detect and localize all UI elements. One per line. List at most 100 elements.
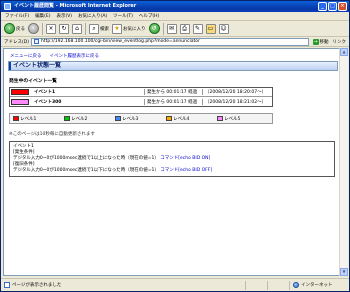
- detail-trigger-text: デジタル入力0~0が1000msec連続で1以上になった時（現在の値=1）: [13, 156, 159, 161]
- security-zone: インターネット: [289, 280, 349, 290]
- menu-file[interactable]: ファイル(F): [5, 12, 29, 20]
- legend-label: レベル3: [122, 116, 139, 122]
- messenger-button[interactable]: ☺: [218, 23, 229, 35]
- globe-icon: [293, 282, 299, 288]
- status-page-icon: [4, 282, 10, 288]
- browser-window: イベント履歴閲覧 - Microsoft Internet Explorer _…: [0, 0, 350, 292]
- go-label: 移動: [319, 39, 329, 45]
- history-button[interactable]: ↺: [148, 23, 160, 35]
- mail-icon: ✉: [166, 23, 177, 34]
- nav-links: メニューに戻る イベント履歴表示に戻る: [10, 53, 99, 59]
- favorites-button[interactable]: ★ お気に入り: [112, 23, 146, 35]
- event-row[interactable]: イベント1 発生から 00:01:17 経過 （2008/12/20 18:20…: [10, 88, 272, 97]
- status-cell: [245, 280, 265, 290]
- event-elapsed: 発生から 00:01:17 経過: [144, 89, 202, 95]
- status-bar: ページが表示されました インターネット: [1, 278, 349, 291]
- minimize-button[interactable]: _: [318, 2, 327, 11]
- menu-bar: ファイル(F) 編集(E) 表示(V) お気に入り(A) ツール(T) ヘルプ(…: [1, 12, 349, 21]
- scroll-up-icon[interactable]: ▲: [340, 48, 348, 56]
- menu-favorites[interactable]: お気に入り(A): [78, 12, 107, 20]
- legend-item-level3: レベル3: [115, 116, 162, 122]
- menu-view[interactable]: 表示(V): [56, 12, 72, 20]
- level-legend: レベル1 レベル2 レベル3 レベル4 レベル5: [9, 113, 273, 124]
- maximize-button[interactable]: □: [328, 2, 337, 11]
- legend-item-level5: レベル5: [217, 116, 264, 122]
- search-icon: ⌕: [89, 23, 99, 34]
- event-name: イベント1: [34, 90, 56, 95]
- legend-label: レベル1: [20, 116, 37, 122]
- legend-swatch: [217, 116, 223, 121]
- title-accent: [9, 62, 11, 70]
- window-title: イベント履歴閲覧 - Microsoft Internet Explorer: [14, 3, 137, 9]
- page-title: イベント状態一覧: [8, 61, 338, 71]
- title-bar[interactable]: イベント履歴閲覧 - Microsoft Internet Explorer _…: [1, 1, 349, 12]
- refresh-button[interactable]: ↻: [59, 23, 69, 35]
- print-icon: ⎙: [179, 23, 190, 34]
- page-icon: [33, 39, 39, 44]
- legend-swatch: [166, 116, 172, 121]
- scroll-down-icon[interactable]: ▼: [340, 268, 348, 276]
- close-button[interactable]: ×: [338, 2, 347, 11]
- event-name: イベント300: [34, 99, 62, 105]
- folder-icon: ▭: [205, 23, 216, 34]
- menu-tools[interactable]: ツール(T): [113, 12, 133, 20]
- event-time: （2008/12/20 18:20:07～）: [202, 89, 271, 95]
- address-bar: アドレス(D) http://192.168.100.100/cgi-bin/v…: [1, 37, 349, 47]
- refresh-icon: ↻: [59, 23, 69, 34]
- detail-recovery-text: デジタル入力0~0が1000msec連続で1以下になった時（現在の値=1）: [13, 168, 159, 173]
- ie-icon: [4, 3, 11, 10]
- stop-button[interactable]: ×: [46, 23, 56, 35]
- back-arrow-icon: ‹: [4, 23, 15, 34]
- back-button[interactable]: ‹ 戻る: [4, 23, 25, 35]
- edit-icon: ✎: [192, 23, 203, 34]
- go-button[interactable]: → 移動: [311, 38, 331, 45]
- home-icon: ⌂: [72, 23, 82, 34]
- forward-arrow-icon: ›: [28, 23, 39, 34]
- toolbar: ‹ 戻る › × ↻ ⌂ ⌕ 検索 ★ お気に入り ↺ ✉ ⎙ ✎ ▭ ☺: [1, 21, 349, 37]
- folder-button[interactable]: ▭: [205, 23, 216, 35]
- command-off-link[interactable]: コマンド[echo BID OFF]: [160, 168, 212, 173]
- page-title-text: イベント状態一覧: [13, 62, 62, 69]
- event-row[interactable]: イベント300 発生から 00:01:17 経過 （2008/12/20 18:…: [10, 97, 272, 106]
- detail-recovery-line: デジタル入力0~0が1000msec連続で1以下になった時（現在の値=1） コマ…: [13, 168, 331, 174]
- toolbar-separator: [42, 22, 43, 35]
- event-level-swatch: [11, 98, 29, 105]
- window-controls: _ □ ×: [318, 2, 347, 11]
- auto-refresh-note: ※このページは10秒毎に自動更新されます: [9, 132, 95, 137]
- go-arrow-icon: →: [312, 38, 319, 45]
- event-time: （2008/12/20 18:21:02～）: [202, 98, 271, 105]
- legend-item-level4: レベル4: [166, 116, 213, 122]
- forward-button[interactable]: ›: [28, 23, 39, 35]
- search-button[interactable]: ⌕ 検索: [89, 23, 109, 35]
- toolbar-separator: [85, 22, 86, 35]
- legend-swatch: [64, 116, 70, 121]
- favorites-label: お気に入り: [123, 26, 146, 32]
- status-text: ページが表示されました: [12, 283, 62, 288]
- legend-label: レベル4: [173, 116, 190, 122]
- legend-item-level2: レベル2: [64, 116, 111, 122]
- address-input[interactable]: http://192.168.100.100/cgi-bin/view_even…: [30, 37, 309, 46]
- history-icon: ↺: [148, 23, 160, 34]
- stop-icon: ×: [46, 23, 56, 34]
- history-return-link[interactable]: イベント履歴表示に戻る: [50, 53, 100, 59]
- back-label: 戻る: [16, 26, 25, 32]
- status-cell: [267, 280, 287, 290]
- star-icon: ★: [112, 23, 122, 34]
- address-label: アドレス(D): [4, 39, 29, 45]
- edit-button[interactable]: ✎: [192, 23, 203, 35]
- event-detail-box: イベント1 [発生条件] デジタル入力0~0が1000msec連続で1以上になっ…: [9, 141, 335, 177]
- mail-button[interactable]: ✉: [166, 23, 177, 35]
- home-button[interactable]: ⌂: [72, 23, 82, 35]
- legend-label: レベル5: [224, 116, 241, 122]
- menu-return-link[interactable]: メニューに戻る: [10, 53, 42, 59]
- legend-label: レベル2: [71, 116, 88, 122]
- links-button[interactable]: リンク: [333, 39, 350, 45]
- menu-help[interactable]: ヘルプ(H): [139, 12, 159, 20]
- command-on-link[interactable]: コマンド[echo BID ON]: [160, 156, 210, 161]
- section-title: 発生中のイベント一覧: [9, 79, 57, 84]
- print-button[interactable]: ⎙: [179, 23, 190, 35]
- page-content: メニューに戻る イベント履歴表示に戻る イベント状態一覧 発生中のイベント一覧 …: [3, 48, 340, 276]
- legend-swatch: [13, 116, 19, 121]
- vertical-scrollbar[interactable]: ▲ ▼: [339, 48, 348, 276]
- menu-edit[interactable]: 編集(E): [35, 12, 50, 20]
